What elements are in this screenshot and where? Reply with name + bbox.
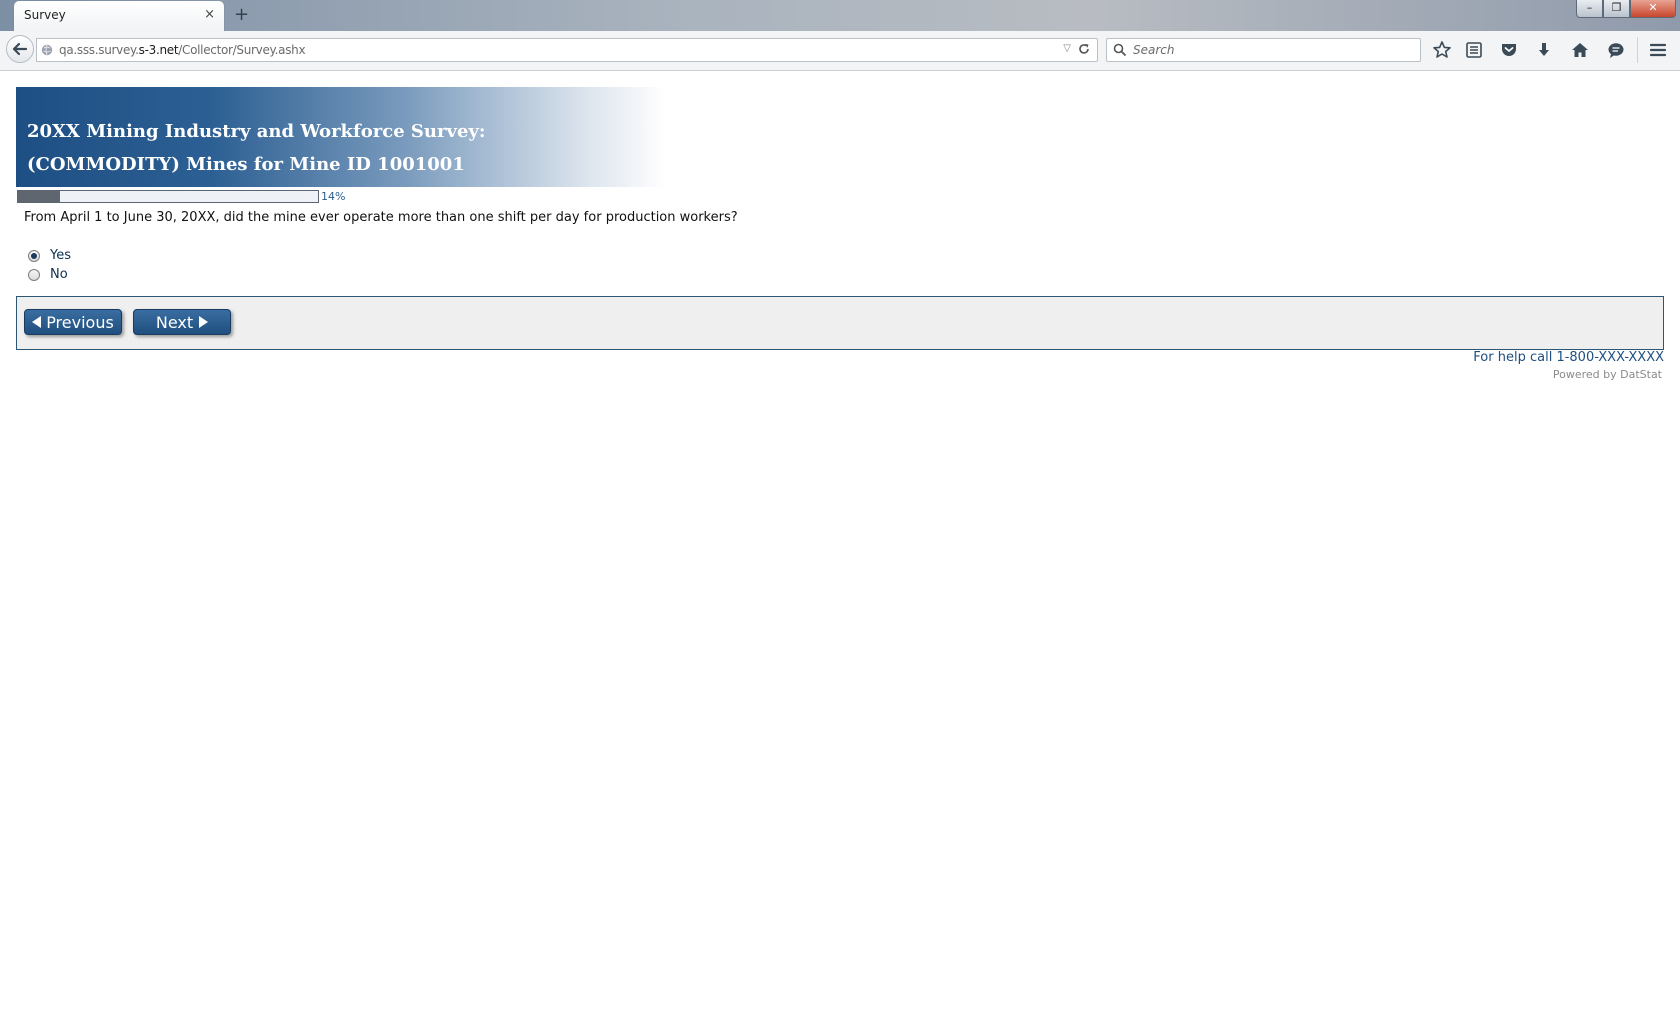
option-yes[interactable]: Yes xyxy=(28,248,71,263)
question-text: From April 1 to June 30, 20XX, did the m… xyxy=(24,210,738,225)
search-input[interactable] xyxy=(1133,41,1413,59)
arrow-right-icon xyxy=(199,316,209,328)
download-icon[interactable] xyxy=(1534,40,1554,60)
yes-radio-button[interactable] xyxy=(28,249,40,262)
next-button-label: Next xyxy=(155,312,194,332)
progress-percent-label: 14% xyxy=(321,190,346,203)
bookmarks-list-icon[interactable] xyxy=(1464,40,1484,60)
survey-header-banner: 20XX Mining Industry and Workforce Surve… xyxy=(16,87,666,187)
next-button[interactable]: Next xyxy=(133,309,231,335)
no-radio-button[interactable] xyxy=(28,268,40,281)
powered-by-text: Powered by DatStat xyxy=(1552,368,1662,381)
close-window-button[interactable]: ✕ xyxy=(1630,0,1676,18)
url-bar[interactable]: qa.sss.survey.s-3.net/Collector/Survey.a… xyxy=(36,38,1098,62)
previous-button-label: Previous xyxy=(46,312,114,332)
new-tab-icon[interactable]: + xyxy=(234,5,249,25)
back-button[interactable] xyxy=(6,35,34,63)
arrow-left-icon xyxy=(32,316,42,328)
survey-navigation-panel: Previous Next xyxy=(16,296,1664,350)
home-icon[interactable] xyxy=(1570,40,1590,60)
browser-tab[interactable]: Survey × xyxy=(14,1,224,31)
globe-icon xyxy=(41,44,53,56)
maximize-button[interactable]: ❐ xyxy=(1603,0,1630,18)
tab-title: Survey xyxy=(24,8,66,22)
chat-icon[interactable] xyxy=(1606,40,1626,60)
option-no-label: No xyxy=(50,267,68,282)
progress-bar xyxy=(17,190,319,203)
window-titlebar: Survey × + – ❐ ✕ xyxy=(0,0,1680,31)
survey-title-line2: (COMMODITY) Mines for Mine ID 1001001 xyxy=(27,154,465,175)
help-phone-text: For help call 1-800-XXX-XXXX xyxy=(1473,350,1664,365)
search-bar[interactable] xyxy=(1106,38,1421,62)
search-icon xyxy=(1113,43,1127,57)
option-yes-label: Yes xyxy=(50,248,71,263)
back-arrow-icon xyxy=(12,42,28,56)
url-prefix: qa.sss.survey. xyxy=(59,43,139,57)
url-host: s-3.net xyxy=(138,43,179,57)
minimize-button[interactable]: – xyxy=(1576,0,1603,18)
pocket-icon[interactable] xyxy=(1499,40,1519,60)
url-path: /Collector/Survey.ashx xyxy=(178,43,306,57)
navigation-toolbar: qa.sss.survey.s-3.net/Collector/Survey.a… xyxy=(0,31,1680,71)
url-dropdown-icon[interactable]: ▽ xyxy=(1063,43,1071,54)
reload-icon[interactable] xyxy=(1077,42,1091,56)
window-controls: – ❐ ✕ xyxy=(1576,0,1676,18)
tab-close-icon[interactable]: × xyxy=(204,7,215,23)
menu-icon[interactable] xyxy=(1648,40,1668,60)
bookmark-star-icon[interactable] xyxy=(1432,40,1452,60)
previous-button[interactable]: Previous xyxy=(24,309,122,335)
toolbar-separator xyxy=(1637,37,1638,63)
progress-bar-fill xyxy=(18,191,60,202)
option-no[interactable]: No xyxy=(28,267,68,282)
survey-title-line1: 20XX Mining Industry and Workforce Surve… xyxy=(27,121,486,142)
url-text[interactable]: qa.sss.survey.s-3.net/Collector/Survey.a… xyxy=(59,43,306,57)
